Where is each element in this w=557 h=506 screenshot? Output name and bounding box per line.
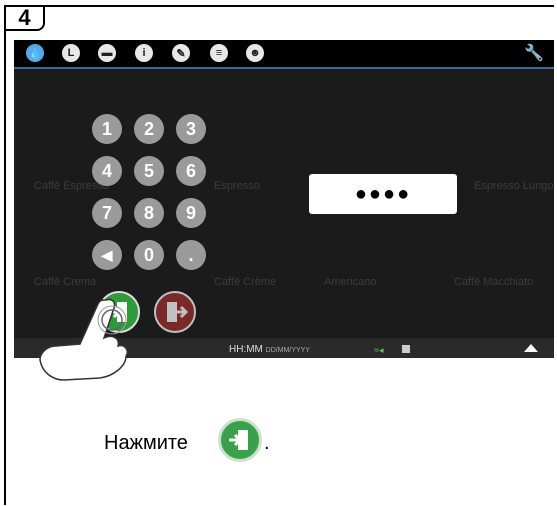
- keypad-key-8[interactable]: 8: [134, 198, 164, 228]
- instruction-period: .: [264, 432, 270, 454]
- list-icon[interactable]: ≡: [210, 44, 228, 62]
- status-datetime: HH:MM DD/MM/YYYY: [229, 344, 310, 355]
- chevron-up-icon[interactable]: [524, 344, 538, 352]
- info-icon[interactable]: i: [135, 44, 153, 62]
- keypad-key-1[interactable]: 1: [92, 114, 122, 144]
- user-icon[interactable]: ☻: [246, 44, 264, 62]
- instruction-text: Нажмите: [104, 432, 188, 454]
- keypad-key-6[interactable]: 6: [176, 156, 206, 186]
- status-time: HH:MM: [229, 344, 263, 355]
- keypad-key-5[interactable]: 5: [134, 156, 164, 186]
- keypad-key-2[interactable]: 2: [134, 114, 164, 144]
- cup-sensor-icon: [402, 345, 410, 353]
- flag-icon[interactable]: ▬: [98, 44, 116, 62]
- status-date: DD/MM/YYYY: [265, 347, 311, 354]
- pin-input[interactable]: ●●●●: [309, 174, 457, 214]
- wifi-icon: ≈◂: [374, 345, 384, 355]
- bg-product-label: Caffè Macchiato: [454, 276, 534, 288]
- bg-product-label: Espresso Lungo: [474, 180, 554, 192]
- bg-product-label: Espresso: [214, 180, 260, 192]
- wrench-icon[interactable]: 🔧: [524, 43, 544, 63]
- cancel-exit-button[interactable]: [154, 291, 196, 333]
- keypad-key-4[interactable]: 4: [92, 156, 122, 186]
- water-drop-icon[interactable]: 💧: [26, 44, 44, 62]
- door-exit-icon: [167, 302, 189, 322]
- keypad-dot-key[interactable]: .: [176, 240, 206, 270]
- bg-product-label: Caffè Crème: [214, 276, 277, 288]
- bg-product-label: Americano: [324, 276, 377, 288]
- pointing-hand-icon: [39, 298, 129, 381]
- keypad-key-0[interactable]: 0: [134, 240, 164, 270]
- keypad-key-3[interactable]: 3: [176, 114, 206, 144]
- door-enter-icon: [218, 418, 262, 462]
- clock-icon[interactable]: L: [62, 44, 80, 62]
- bg-product-label: Caffè Crema: [34, 276, 97, 288]
- top-toolbar: 💧 L ▬ i ✎ ≡ ☻ 🔧: [14, 40, 554, 69]
- keypad-key-9[interactable]: 9: [176, 198, 206, 228]
- keypad-backspace-key[interactable]: ◀: [92, 240, 122, 270]
- step-number: 4: [4, 5, 45, 31]
- keypad-key-7[interactable]: 7: [92, 198, 122, 228]
- pencil-icon[interactable]: ✎: [172, 44, 190, 62]
